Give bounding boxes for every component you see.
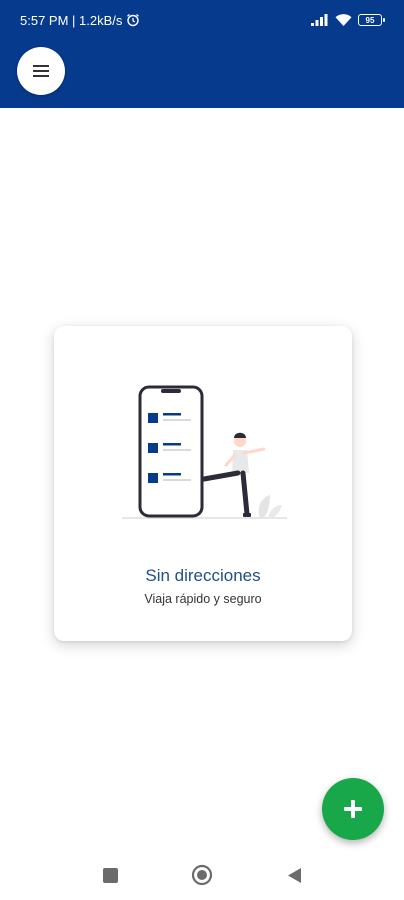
- add-address-button[interactable]: [322, 778, 384, 840]
- status-left: 5:57 PM | 1.2kB/s: [20, 13, 140, 28]
- back-icon: [288, 867, 301, 883]
- status-bar: 5:57 PM | 1.2kB/s 95: [0, 0, 404, 40]
- wifi-icon: [335, 13, 352, 26]
- battery-icon: 95: [358, 14, 385, 26]
- plus-icon: [344, 800, 362, 818]
- recent-apps-button[interactable]: [99, 864, 121, 886]
- recent-apps-icon: [102, 867, 118, 883]
- app-bar: [0, 40, 404, 108]
- home-icon: [191, 864, 213, 886]
- back-button[interactable]: [283, 864, 305, 886]
- menu-button[interactable]: [17, 47, 65, 95]
- signal-icon: [311, 14, 328, 26]
- system-navigation-bar: [0, 850, 404, 900]
- home-button[interactable]: [191, 864, 213, 886]
- empty-state-subtitle: Viaja rápido y seguro: [144, 592, 262, 606]
- alarm-icon: [127, 14, 140, 27]
- empty-state-illustration: [122, 385, 287, 519]
- empty-state-card: Sin direcciones Viaja rápido y seguro: [54, 326, 352, 641]
- empty-state-title: Sin direcciones: [145, 566, 261, 585]
- status-time: 5:57 PM | 1.2kB/s: [20, 12, 123, 28]
- hamburger-menu-icon: [33, 65, 49, 77]
- status-right: 95: [311, 13, 385, 27]
